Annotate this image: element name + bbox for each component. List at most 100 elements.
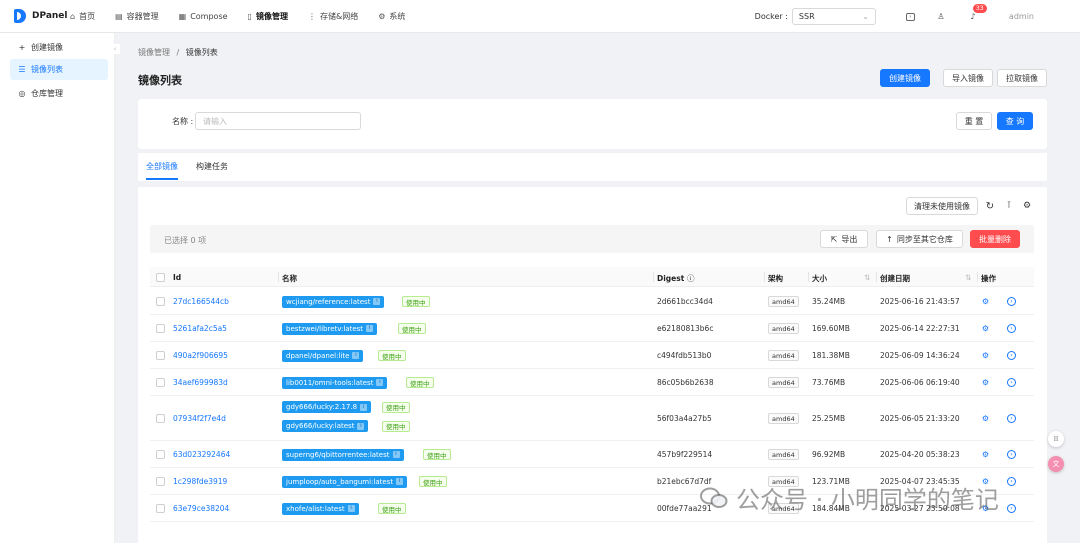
filter-card: 名称 : 请输入 重 置 查 询 bbox=[138, 99, 1047, 149]
import-image-button[interactable]: 导入镜像 bbox=[943, 69, 993, 87]
float-tool-icon[interactable]: ⁞⁞ bbox=[1048, 431, 1064, 447]
image-id-link[interactable]: 5261afa2c5a5 bbox=[173, 324, 227, 333]
sync-registry-button[interactable]: ↑ 同步至其它仓库 bbox=[876, 230, 963, 248]
batch-delete-button[interactable]: 批量删除 bbox=[970, 230, 1020, 248]
image-tag[interactable]: bestzwei/libretv:latest i bbox=[282, 322, 378, 335]
nav-item-compose[interactable]: ▦ Compose bbox=[179, 12, 228, 21]
gear-icon[interactable]: ⚙ bbox=[981, 414, 990, 423]
table-row[interactable]: 34aef699983d lib0011/omni-tools:latest i 使用… bbox=[150, 369, 1034, 396]
image-id-link[interactable]: 490a2f906695 bbox=[173, 351, 228, 360]
column-header-size[interactable]: 大小 bbox=[812, 273, 827, 284]
row-checkbox[interactable] bbox=[156, 449, 165, 459]
clean-unused-images-button[interactable]: 清理未使用镜像 bbox=[906, 197, 978, 215]
reset-button[interactable]: 重 置 bbox=[956, 112, 992, 130]
settings-icon[interactable]: ⚙ bbox=[1021, 200, 1033, 212]
table-row[interactable]: 07934f2f7e4d gdy666/lucky:2.17.8 i 使用中 gdy66… bbox=[150, 396, 1034, 441]
row-checkbox[interactable] bbox=[156, 323, 165, 333]
column-header-id: Id bbox=[173, 273, 182, 282]
gear-icon[interactable]: ⚙ bbox=[981, 450, 990, 459]
image-id-link[interactable]: 34aef699983d bbox=[173, 378, 228, 387]
sidebar-item-create-image[interactable]: + 创建镜像 bbox=[10, 37, 108, 58]
row-checkbox[interactable] bbox=[156, 296, 165, 306]
breadcrumb-parent[interactable]: 镜像管理 bbox=[138, 48, 170, 57]
pull-image-button[interactable]: 拉取镜像 bbox=[997, 69, 1047, 87]
user-name[interactable]: admin bbox=[1009, 12, 1034, 21]
more-icon[interactable]: › bbox=[1007, 323, 1016, 333]
table-row[interactable]: 27dc166544cb wcjiang/reference:latest i 使用中… bbox=[150, 288, 1034, 315]
nav-item-gear[interactable]: ⚙ 系统 bbox=[378, 11, 405, 22]
tag-info-icon: i bbox=[357, 422, 365, 430]
nav-item-image[interactable]: ▯ 镜像管理 bbox=[248, 11, 288, 22]
image-tag[interactable]: gdy666/lucky:2.17.8 i bbox=[282, 401, 372, 413]
image-id-link[interactable]: 07934f2f7e4d bbox=[173, 414, 226, 423]
shirt-icon[interactable]: ♙ bbox=[935, 11, 947, 23]
size-value: 73.76MB bbox=[812, 377, 846, 387]
main-content: 镜像管理 / 镜像列表 镜像列表 创建镜像 导入镜像 拉取镜像 名称 : 请输入… bbox=[124, 33, 1047, 543]
image-id-link[interactable]: 1c298fde3919 bbox=[173, 477, 227, 486]
size-value: 181.38MB bbox=[812, 350, 850, 360]
sort-icon[interactable]: ⇅ bbox=[965, 273, 971, 282]
sort-icon[interactable]: ⇅ bbox=[864, 273, 870, 282]
image-tag[interactable]: xhofe/alist:latest i bbox=[282, 502, 359, 515]
refresh-icon[interactable]: ↻ bbox=[984, 200, 996, 212]
nav-item-home[interactable]: ⌂ 首页 bbox=[70, 11, 95, 22]
image-tag[interactable]: wcjiang/reference:latest i bbox=[282, 295, 385, 308]
row-checkbox[interactable] bbox=[156, 350, 165, 360]
column-divider bbox=[764, 272, 765, 282]
gear-icon[interactable]: ⚙ bbox=[981, 351, 990, 360]
more-icon[interactable]: › bbox=[1007, 449, 1016, 459]
row-checkbox[interactable] bbox=[156, 413, 165, 423]
column-divider bbox=[653, 272, 654, 282]
sidebar-collapse-icon[interactable]: ‹ bbox=[110, 44, 120, 54]
image-tag[interactable]: gdy666/lucky:latest i bbox=[282, 420, 369, 432]
image-tag[interactable]: lib0011/omni-tools:latest i bbox=[282, 376, 388, 389]
sidebar-item-registry[interactable]: ◎ 仓库管理 bbox=[10, 83, 108, 104]
arch-badge: amd64 bbox=[768, 296, 799, 307]
arch-badge: amd64 bbox=[768, 377, 799, 388]
gear-icon[interactable]: ⚙ bbox=[981, 297, 990, 306]
bell-icon[interactable]: ♪ 33 bbox=[967, 3, 987, 23]
image-tag[interactable]: jumploop/auto_bangumi:latest i bbox=[282, 475, 408, 488]
name-filter-input[interactable]: 请输入 bbox=[195, 112, 361, 130]
table-row[interactable]: 5261afa2c5a5 bestzwei/libretv:latest i 使用中 e… bbox=[150, 315, 1034, 342]
image-id-link[interactable]: 27dc166544cb bbox=[173, 297, 229, 306]
sidebar-item-image-list[interactable]: ☰ 镜像列表 bbox=[10, 59, 108, 80]
tag-info-icon: i bbox=[360, 403, 368, 411]
row-checkbox[interactable] bbox=[156, 377, 165, 387]
column-header-created[interactable]: 创建日期 bbox=[880, 273, 910, 284]
column-height-icon[interactable]: ⊺ bbox=[1003, 200, 1015, 212]
translate-icon[interactable]: 文 bbox=[1048, 456, 1064, 472]
export-button[interactable]: ⇱ 导出 bbox=[820, 230, 868, 248]
more-icon[interactable]: › bbox=[1007, 377, 1016, 387]
row-checkbox[interactable] bbox=[156, 503, 165, 513]
image-id-link[interactable]: 63e79ce38204 bbox=[173, 504, 229, 513]
image-id-link[interactable]: 63d023292464 bbox=[173, 450, 230, 459]
status-badge: 使用中 bbox=[398, 323, 426, 334]
table-row[interactable]: 63d023292464 superng6/qbittorrentee:lates… bbox=[150, 441, 1034, 468]
tab-all-images[interactable]: 全部镜像 bbox=[146, 161, 178, 172]
table-header: Id 名称 Digest ⓘ 架构 大小 ⇅ 创建日期 ⇅ 操作 bbox=[150, 267, 1034, 287]
more-icon[interactable]: › bbox=[1007, 350, 1016, 360]
nav-item-storage[interactable]: ⋮ 存储&网络 bbox=[308, 11, 358, 22]
list-icon: ☰ bbox=[18, 65, 26, 74]
more-icon[interactable]: › bbox=[1007, 476, 1016, 486]
header-actions: Docker : SSR ⌄ › ♙ ♪ 33 admin bbox=[755, 0, 1080, 33]
docker-select[interactable]: SSR ⌄ bbox=[791, 8, 876, 25]
tab-build-tasks[interactable]: 构建任务 bbox=[196, 161, 228, 172]
select-all-checkbox[interactable] bbox=[156, 273, 165, 282]
more-icon[interactable]: › bbox=[1007, 413, 1016, 423]
query-button[interactable]: 查 询 bbox=[997, 112, 1033, 130]
create-image-button[interactable]: 创建镜像 bbox=[880, 69, 930, 87]
more-icon[interactable]: › bbox=[1007, 503, 1016, 513]
terminal-icon[interactable]: › bbox=[905, 12, 915, 21]
more-icon[interactable]: › bbox=[1007, 296, 1016, 306]
image-tag[interactable]: superng6/qbittorrentee:latest i bbox=[282, 448, 404, 461]
image-tag[interactable]: dpanel/dpanel:lite i bbox=[282, 349, 364, 362]
app-logo[interactable]: DPanel bbox=[14, 9, 70, 23]
tag-info-icon: i bbox=[392, 451, 400, 458]
table-row[interactable]: 490a2f906695 dpanel/dpanel:lite i 使用中 c494fd… bbox=[150, 342, 1034, 369]
nav-item-container[interactable]: ▤ 容器管理 bbox=[115, 11, 159, 22]
gear-icon[interactable]: ⚙ bbox=[981, 324, 990, 333]
gear-icon[interactable]: ⚙ bbox=[981, 378, 990, 387]
row-checkbox[interactable] bbox=[156, 476, 165, 486]
